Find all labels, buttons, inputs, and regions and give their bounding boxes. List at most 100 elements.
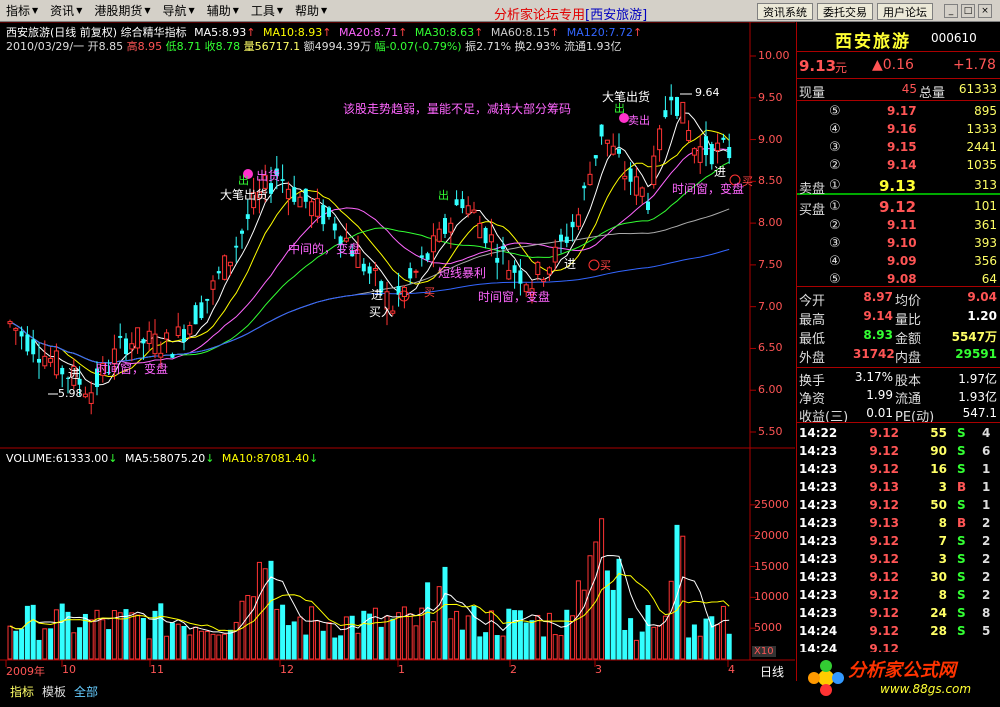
sell-order-row[interactable]: ④ 9.16 1333 [797,121,1000,140]
sell-order-row[interactable]: ⑤ 9.17 895 [797,103,1000,122]
candle-body [42,355,48,367]
buy-order-row[interactable]: ④ 9.09 356 [797,253,1000,272]
candle-body [663,110,668,118]
menu-assist[interactable]: 辅助 ▼ [201,0,245,22]
candle-body [285,188,291,200]
news-system-button[interactable]: 资讯系统 [757,3,813,20]
volume-bar [720,605,726,660]
volume-bar [326,622,332,660]
volume-bar [639,631,645,660]
candle-body [187,325,193,335]
buy-order-row[interactable]: ② 9.11 361 [797,217,1000,236]
trade-button[interactable]: 委托交易 [817,3,873,20]
low-price-mark: 5.98 [58,387,83,400]
close-icon[interactable]: × [978,4,992,18]
volume-bar [477,636,483,660]
stock-code: 000610 [931,31,977,45]
tick-cell: 9.13 [869,480,899,494]
menu-tools[interactable]: 工具 ▼ [245,0,289,22]
menu-hk-futures[interactable]: 港股期货 ▼ [88,0,156,22]
volume-bar [285,625,291,660]
candle-body [303,188,308,202]
candle-body [628,168,633,182]
volume-bar [274,608,280,660]
volume-bar [227,629,233,660]
annotation-big-sell-2: 大笔出货 [602,90,651,104]
candle-body [622,175,628,180]
candle-body [564,236,569,243]
annotation-sell-out: 卖出 [628,114,650,127]
period-label[interactable]: 日线 [760,663,784,680]
tick-cell: 2 [982,534,991,548]
volume-bar [222,633,228,660]
stat-label: 今开 [799,294,826,309]
volume-bar [332,637,338,660]
candle-body [210,280,216,290]
quote-stat-row: 外盘 31742 内盘 29591 [797,346,1000,366]
order-price: 9.10 [887,236,917,250]
volume-bar [129,612,135,660]
candle-body [419,255,424,258]
sell-order-row[interactable]: ③ 9.15 2441 [797,139,1000,158]
menu-news[interactable]: 资讯 ▼ [44,0,88,22]
volume-bar [483,632,489,660]
volume-bar [668,580,674,660]
candle-body [193,305,198,325]
candle-body [48,357,54,363]
buy-order-row[interactable]: ③ 9.10 393 [797,235,1000,254]
menu-navigation[interactable]: 导航 ▼ [157,0,201,22]
sell1-row[interactable]: 卖盘 ① 9.13 313 [797,177,1000,197]
candle-body [443,218,447,234]
candle-body [216,271,221,274]
volume-bar [320,630,326,660]
annotation-buy: 买 [742,175,753,188]
stat-value: 1.93亿 [958,390,997,404]
buy1-row[interactable]: 买盘 ① 9.12 101 [797,198,1000,218]
tab-all[interactable]: 全部 [72,683,100,699]
volume-bar [164,635,170,660]
buy-order-row[interactable]: ⑤ 9.08 64 [797,271,1000,290]
volume-bar [390,618,396,660]
candle-body [60,367,65,375]
stat-label: 最低 [799,332,826,347]
volume-bar [48,628,54,660]
volume-bar [494,635,500,660]
tick-cell: 14:23 [799,498,838,512]
candle-body [205,298,210,301]
volume-bar [691,624,697,660]
annotation-in-3: 进 [371,288,384,302]
minimize-icon[interactable]: _ [944,4,958,18]
candle-body [512,265,517,273]
sell-order-row[interactable]: ② 9.14 1035 [797,157,1000,176]
volume-tick-label: 25000 [754,497,789,511]
annotation-buy-3: 买 [600,259,611,272]
candle-body [535,261,541,276]
kline-chart-area[interactable]: 西安旅游(日线 前复权) 综合精华指标 MA5:8.93↑ MA10:8.93↑… [0,22,795,682]
volume-bar [488,610,494,660]
tick-row: 14:23 9.12 3 S 2 [797,551,1000,570]
tick-cell: 1 [982,462,991,476]
volume-bar [36,639,42,660]
quote-stat-row: 最高 9.14 量比 1.20 [797,308,1000,328]
volume-bar [175,623,181,660]
maximize-icon[interactable]: □ [961,4,975,18]
menu-help[interactable]: 帮助 ▼ [289,0,333,22]
volume-bar [187,634,193,660]
volume-bar [280,604,286,660]
tick-cell: 5 [982,624,991,638]
volume-bar [430,621,436,660]
candle-body [401,286,407,297]
tab-indicator[interactable]: 指标 [8,683,36,699]
candle-body [367,266,372,274]
menu-indicator[interactable]: 指标 ▼ [0,0,44,22]
time-tick-label: 12 [280,663,294,676]
tab-template[interactable]: 模板 [40,683,68,699]
forum-button[interactable]: 用户论坛 [877,3,933,20]
price-tick-label: 9.00 [758,132,783,146]
volume-bar [680,535,686,660]
candle-body [31,339,36,355]
tick-cell: 14:24 [799,624,838,638]
volume-row: 现量 45 总量 61333 [799,82,997,101]
kline-chart[interactable] [0,22,795,682]
tick-cell: 6 [982,444,991,458]
